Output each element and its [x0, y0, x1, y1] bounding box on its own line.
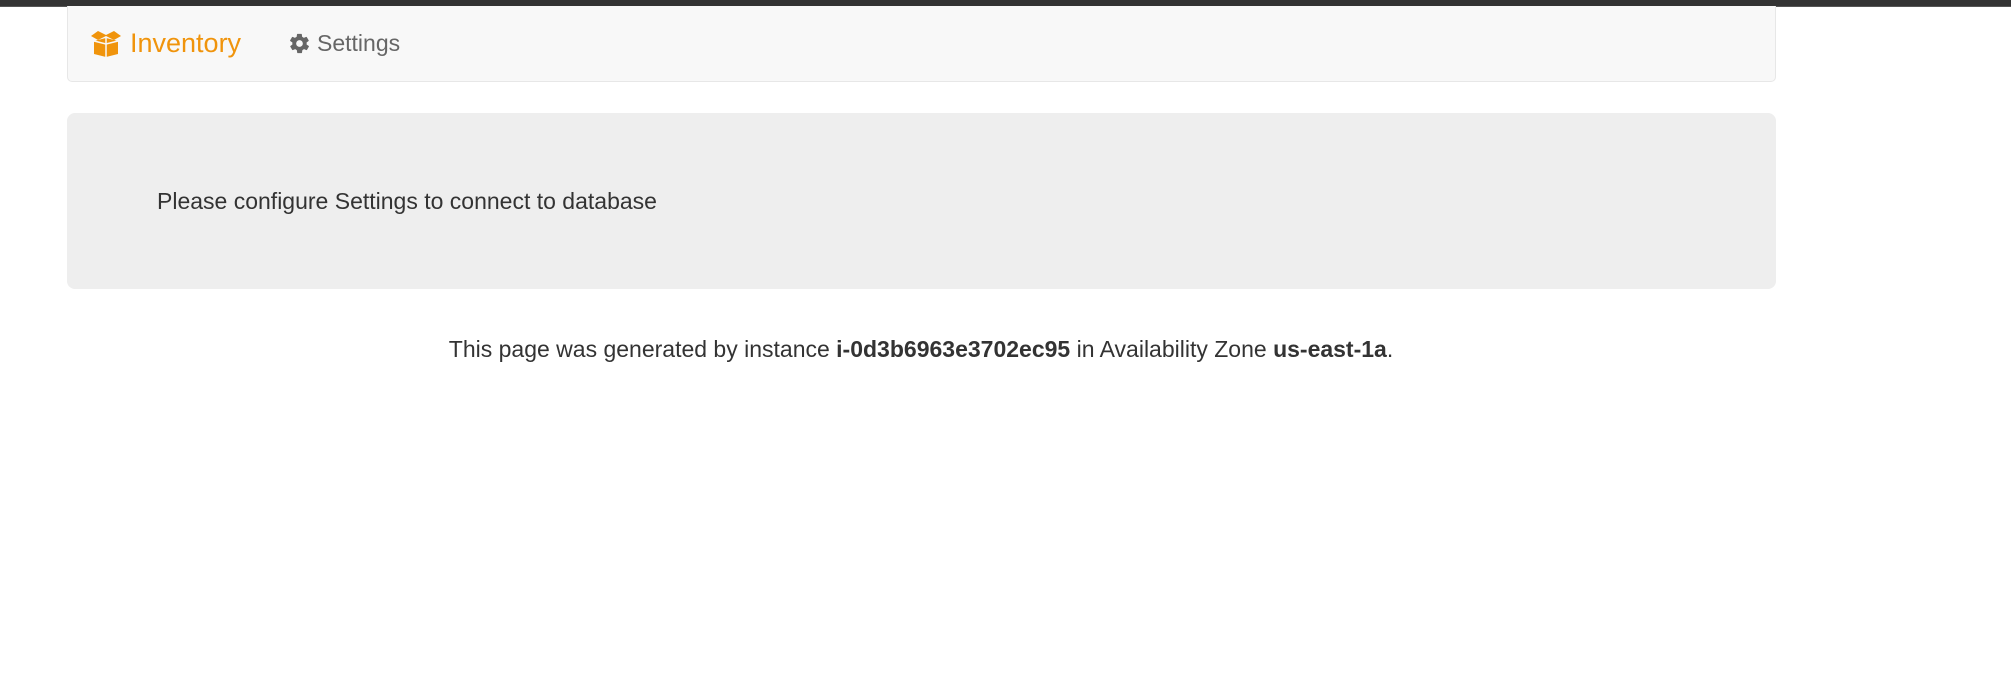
message-panel: Please configure Settings to connect to … — [67, 113, 1776, 289]
configure-settings-message: Please configure Settings to connect to … — [157, 188, 657, 214]
navbar: Inventory Settings — [67, 6, 1776, 82]
instance-info-footer: This page was generated by instance i-0d… — [0, 334, 1842, 364]
brand-label: Inventory — [130, 28, 242, 58]
instance-id: i-0d3b6963e3702ec95 — [836, 336, 1071, 362]
footer-prefix: This page was generated by instance — [448, 336, 837, 362]
box-open-icon — [90, 30, 122, 57]
nav-settings-link[interactable]: Settings — [288, 28, 400, 58]
settings-label: Settings — [317, 30, 401, 56]
footer-suffix: . — [1386, 336, 1394, 362]
availability-zone: us-east-1a — [1273, 336, 1387, 362]
footer-middle: in Availability Zone — [1070, 336, 1274, 362]
brand-link-inventory[interactable]: Inventory — [90, 26, 241, 60]
gear-icon — [288, 32, 311, 55]
